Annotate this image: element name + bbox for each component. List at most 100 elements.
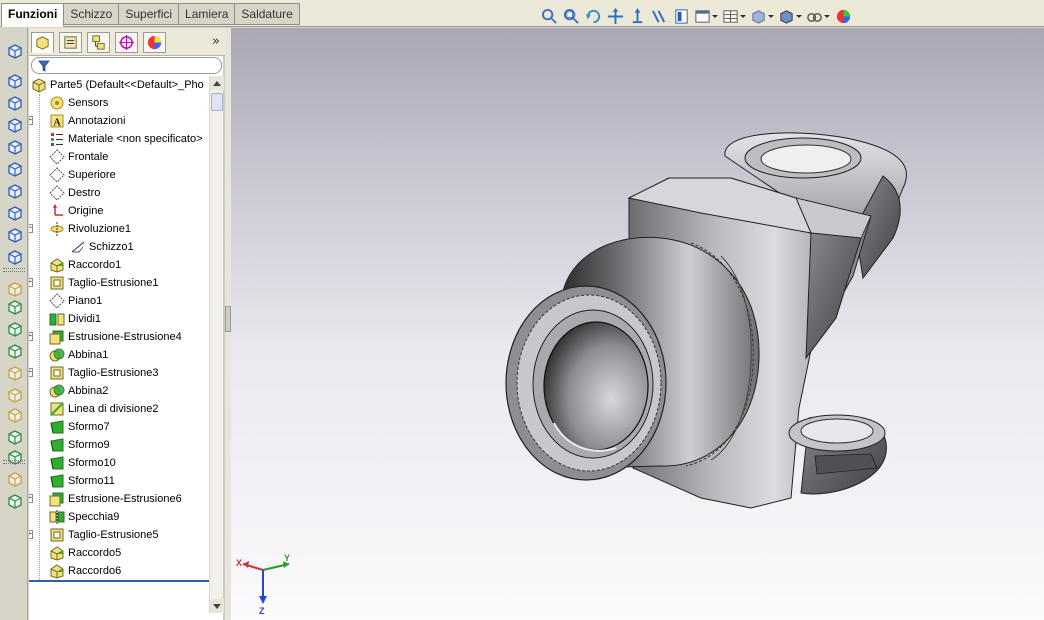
expand-node-button[interactable]: + (29, 530, 33, 539)
rib-icon[interactable] (5, 470, 25, 488)
tree-item[interactable]: Abbina1 (49, 346, 108, 364)
tab-saldature[interactable]: Saldature (235, 3, 300, 25)
command-strip-separator (3, 268, 25, 272)
command-manager-tabs: Funzioni Schizzo Superfici Lamiera Saldature (1, 3, 300, 27)
coordinate-system-icon[interactable] (5, 320, 25, 338)
more-tabs-button[interactable]: » (212, 34, 220, 49)
tree-node-label: Parte5 (Default<<Default>_Pho (50, 79, 204, 91)
combine-icon (49, 347, 65, 363)
rotate-view-icon[interactable] (582, 6, 604, 26)
dimxpert-tab[interactable] (115, 32, 138, 53)
expand-node-button[interactable]: + (29, 116, 33, 125)
tab-lamiera[interactable]: Lamiera (179, 3, 236, 25)
tree-item[interactable]: Raccordo1 (49, 256, 121, 274)
apply-scene-icon[interactable] (804, 6, 832, 26)
tree-scrollbar[interactable] (209, 76, 224, 613)
tree-item[interactable]: Frontale (49, 148, 108, 166)
zoom-to-fit-icon[interactable] (538, 6, 560, 26)
scroll-down-button[interactable] (210, 599, 224, 613)
expand-node-button[interactable]: + (29, 368, 33, 377)
tree-item[interactable]: − Rivoluzione1 (29, 220, 131, 238)
lofted-boss-icon[interactable] (5, 138, 25, 156)
tree-node-label: Rivoluzione1 (68, 223, 131, 235)
feature-tree: Parte5 (Default<<Default>_Pho Sensors + A An… (29, 76, 209, 581)
tree-item[interactable]: + Estrusione-Estrusione6 (29, 490, 182, 508)
triad-z-label: Z (259, 606, 265, 616)
reference-axis-icon[interactable] (5, 298, 25, 316)
smart-dimension-icon[interactable] (5, 42, 25, 60)
tab-schizzo[interactable]: Schizzo (64, 3, 120, 25)
pan-icon[interactable] (604, 6, 626, 26)
tab-funzioni[interactable]: Funzioni (1, 3, 65, 27)
shell-icon[interactable] (5, 406, 25, 424)
part-model[interactable] (231, 28, 1044, 620)
tree-item[interactable]: Specchia9 (49, 508, 119, 526)
reference-plane-icon[interactable] (5, 280, 25, 298)
configuration-manager-tab[interactable] (87, 32, 110, 53)
tree-item[interactable]: Abbina2 (49, 382, 108, 400)
collapse-node-button[interactable]: − (29, 224, 33, 233)
tree-item[interactable]: + Estrusione-Estrusione4 (29, 328, 182, 346)
tree-root-part[interactable]: Parte5 (Default<<Default>_Pho (31, 76, 204, 94)
mate-reference-icon[interactable] (5, 364, 25, 382)
tree-item[interactable]: Raccordo6 (49, 562, 121, 580)
extruded-cut-icon[interactable] (5, 182, 25, 200)
scroll-up-button[interactable] (210, 76, 224, 90)
dynamic-annotation-view-icon[interactable] (670, 6, 692, 26)
combine-icon (49, 383, 65, 399)
tree-item[interactable]: Linea di divisione2 (49, 400, 159, 418)
tree-node-label: Raccordo5 (68, 547, 122, 559)
tree-item[interactable]: Destro (49, 184, 100, 202)
tree-item[interactable]: Origine (49, 202, 103, 220)
tree-item[interactable]: Sensors (49, 94, 108, 112)
tree-item[interactable]: Schizzo1 (70, 238, 134, 256)
split-icon (49, 311, 65, 327)
expand-node-button[interactable]: + (29, 332, 33, 341)
feature-filter-input[interactable] (31, 57, 222, 74)
swept-boss-icon[interactable] (5, 116, 25, 134)
point-icon[interactable] (5, 342, 25, 360)
feature-manager-tab[interactable] (31, 32, 54, 53)
view-settings-icon[interactable] (832, 6, 854, 26)
display-manager-tab[interactable] (143, 32, 166, 53)
draft-icon[interactable] (5, 428, 25, 446)
tree-item[interactable]: Sformo11 (49, 472, 115, 490)
scroll-thumb[interactable] (211, 93, 223, 111)
3d-drawing-view-icon[interactable] (626, 6, 648, 26)
display-style-icon[interactable] (720, 6, 748, 26)
tree-node-label: Sformo10 (68, 457, 116, 469)
curves-icon[interactable] (5, 248, 25, 266)
hole-wizard-icon[interactable] (5, 204, 25, 222)
zoom-to-area-icon[interactable] (560, 6, 582, 26)
tree-node-label: Taglio-Estrusione5 (68, 529, 159, 541)
revolved-cut-icon[interactable] (5, 226, 25, 244)
tree-item[interactable]: + Taglio-Estrusione3 (29, 364, 159, 382)
tree-item[interactable]: Dividi1 (49, 310, 101, 328)
tree-item[interactable]: Superiore (49, 166, 116, 184)
revolved-boss-icon[interactable] (5, 94, 25, 112)
expand-node-button[interactable]: + (29, 278, 33, 287)
wrap-icon[interactable] (5, 492, 25, 510)
tree-item[interactable]: Sformo10 (49, 454, 116, 472)
tree-item[interactable]: + A Annotazioni (29, 112, 126, 130)
property-manager-tab[interactable] (59, 32, 82, 53)
rollback-bar[interactable] (29, 580, 209, 582)
tree-item[interactable]: Piano1 (49, 292, 102, 310)
tree-item[interactable]: Sformo9 (49, 436, 110, 454)
view-orientation-icon[interactable] (692, 6, 720, 26)
tree-item[interactable]: + Taglio-Estrusione1 (29, 274, 159, 292)
tree-item[interactable]: Raccordo5 (49, 544, 121, 562)
tree-item[interactable]: + Taglio-Estrusione5 (29, 526, 159, 544)
tree-node-label: Piano1 (68, 295, 103, 307)
hide-show-items-icon[interactable] (748, 6, 776, 26)
tree-item[interactable]: Sformo7 (49, 418, 110, 436)
graphics-area[interactable]: X Y Z (231, 28, 1044, 620)
section-view-icon[interactable] (648, 6, 670, 26)
tree-item[interactable]: Materiale <non specificato> (49, 130, 203, 148)
boundary-boss-icon[interactable] (5, 160, 25, 178)
tab-superfici[interactable]: Superfici (119, 3, 180, 25)
edit-appearance-icon[interactable] (776, 6, 804, 26)
fillet-icon[interactable] (5, 386, 25, 404)
extruded-boss-icon[interactable] (5, 72, 25, 90)
expand-node-button[interactable]: + (29, 494, 33, 503)
